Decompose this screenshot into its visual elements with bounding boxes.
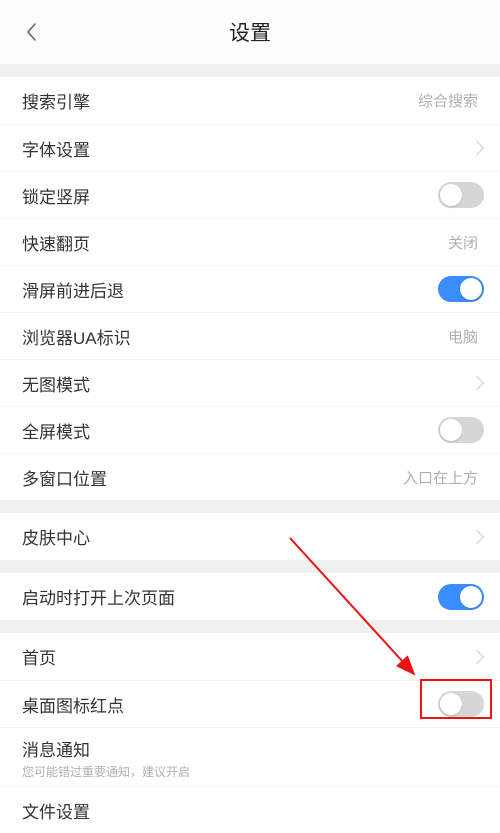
row-search-engine[interactable]: 搜索引擎 综合搜索 [0,77,500,124]
row-fast-flip[interactable]: 快速翻页 关闭 [0,218,500,265]
row-label: 无图模式 [22,371,472,396]
divider [0,500,500,513]
back-button[interactable] [18,18,46,46]
chevron-left-icon [24,20,40,44]
row-value: 电脑 [448,326,478,347]
toggle-open-last[interactable] [438,584,484,610]
chevron-right-icon [470,649,484,663]
settings-group-1: 搜索引擎 综合搜索 字体设置 锁定竖屏 快速翻页 关闭 滑屏前进后退 浏览器UA… [0,77,500,500]
row-label: 搜索引擎 [22,88,418,113]
row-ua[interactable]: 浏览器UA标识 电脑 [0,312,500,359]
row-label: 全屏模式 [22,418,438,443]
row-label: 滑屏前进后退 [22,277,438,302]
row-homepage[interactable]: 首页 [0,633,500,680]
row-open-last: 启动时打开上次页面 [0,573,500,620]
chevron-right-icon [470,376,484,390]
row-swipe-nav: 滑屏前进后退 [0,265,500,312]
row-skin[interactable]: 皮肤中心 [0,513,500,560]
divider [0,560,500,573]
row-label: 锁定竖屏 [22,183,438,208]
row-label: 皮肤中心 [22,524,472,549]
row-value: 关闭 [448,232,478,253]
row-notifications[interactable]: 消息通知 您可能错过重要通知，建议开启 [0,727,500,786]
row-label: 多窗口位置 [22,465,403,490]
toggle-badge[interactable] [438,691,484,717]
row-label: 文件设置 [22,798,484,823]
settings-group-4: 首页 桌面图标红点 消息通知 您可能错过重要通知，建议开启 文件设置 [0,633,500,833]
row-label: 启动时打开上次页面 [22,584,438,609]
divider [0,64,500,77]
row-no-image[interactable]: 无图模式 [0,359,500,406]
settings-group-3: 启动时打开上次页面 [0,573,500,620]
row-label: 浏览器UA标识 [22,324,448,349]
row-label: 快速翻页 [22,230,448,255]
settings-group-2: 皮肤中心 [0,513,500,560]
divider [0,620,500,633]
row-fullscreen: 全屏模式 [0,406,500,453]
chevron-right-icon [470,529,484,543]
row-value: 综合搜索 [418,90,478,111]
row-label: 消息通知 [22,736,484,761]
toggle-swipe-nav[interactable] [438,276,484,302]
row-label: 桌面图标红点 [22,692,438,717]
row-badge: 桌面图标红点 [0,680,500,727]
row-subtitle: 您可能错过重要通知，建议开启 [22,763,484,780]
row-label: 字体设置 [22,136,472,161]
row-label: 首页 [22,644,472,669]
chevron-right-icon [470,141,484,155]
page-title: 设置 [0,17,500,47]
row-multi-window[interactable]: 多窗口位置 入口在上方 [0,453,500,500]
row-font[interactable]: 字体设置 [0,124,500,171]
toggle-fullscreen[interactable] [438,417,484,443]
toggle-lock-portrait[interactable] [438,182,484,208]
row-lock-portrait: 锁定竖屏 [0,171,500,218]
header: 设置 [0,0,500,64]
row-value: 入口在上方 [403,467,478,488]
row-file[interactable]: 文件设置 [0,786,500,833]
